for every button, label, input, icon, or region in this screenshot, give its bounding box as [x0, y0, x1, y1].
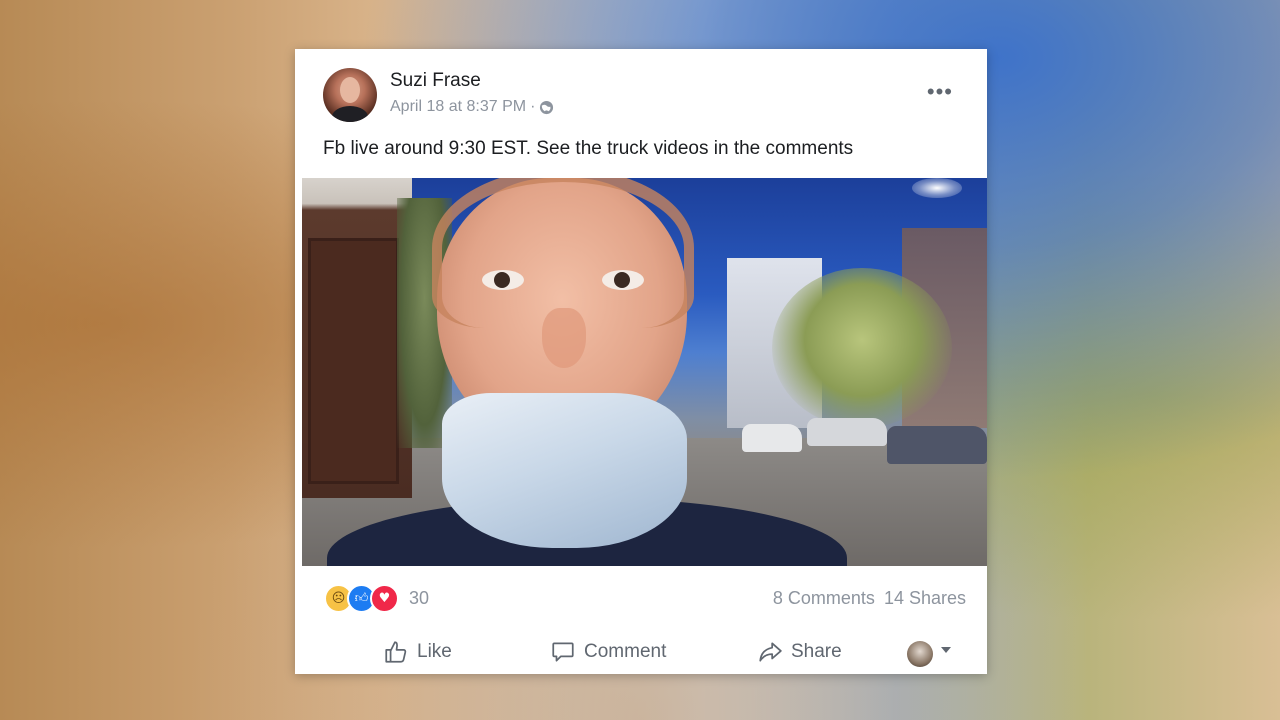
shares-count-link[interactable]: 14 Shares [884, 588, 966, 609]
author-avatar[interactable] [323, 68, 377, 122]
author-name[interactable]: Suzi Frase [390, 70, 481, 92]
photo-person-eye [602, 270, 644, 290]
facebook-post-card: Suzi Frase April 18 at 8:37 PM · ••• Fb … [295, 49, 987, 674]
share-label: Share [791, 641, 842, 662]
photo-storefront [302, 178, 412, 498]
globe-icon [540, 100, 554, 114]
photo-door [308, 238, 399, 484]
street-light [912, 178, 962, 198]
comments-count-link[interactable]: 8 Comments [773, 588, 875, 609]
more-options-button[interactable]: ••• [927, 79, 953, 105]
reactions-summary[interactable]: ☹ 👍︎ ♥ 30 [324, 584, 429, 613]
photo-face-mask [442, 393, 687, 548]
comment-button[interactable]: Comment [550, 639, 666, 665]
post-timestamp[interactable]: April 18 at 8:37 PM [390, 98, 526, 116]
meta-separator: · [530, 98, 536, 115]
action-bar: Like Comment Share [295, 639, 987, 674]
post-meta: April 18 at 8:37 PM · [390, 98, 554, 116]
post-text: Fb live around 9:30 EST. See the truck v… [323, 138, 854, 159]
photo-tree [772, 268, 952, 428]
viewer-avatar[interactable] [907, 641, 933, 667]
avatar-shirt [332, 106, 368, 122]
like-button[interactable]: Like [383, 639, 452, 665]
comment-label: Comment [584, 641, 667, 662]
share-button[interactable]: Share [757, 639, 842, 665]
post-photo[interactable] [302, 178, 987, 566]
photo-car [807, 418, 887, 446]
avatar-face [340, 77, 360, 103]
love-reaction-icon: ♥ [370, 584, 399, 613]
engagement-counts: 8 Comments 14 Shares [773, 588, 966, 609]
photo-person-eye [482, 270, 524, 290]
reaction-count: 30 [409, 588, 430, 608]
photo-person-nose [542, 308, 586, 368]
share-arrow-icon [759, 642, 782, 662]
photo-person-hair [432, 178, 694, 328]
photo-car [742, 424, 802, 452]
comment-bubble-icon [552, 642, 574, 662]
photo-car [887, 426, 987, 464]
thumbs-up-icon [385, 641, 407, 663]
chevron-down-icon[interactable] [941, 647, 951, 653]
like-label: Like [417, 641, 452, 662]
